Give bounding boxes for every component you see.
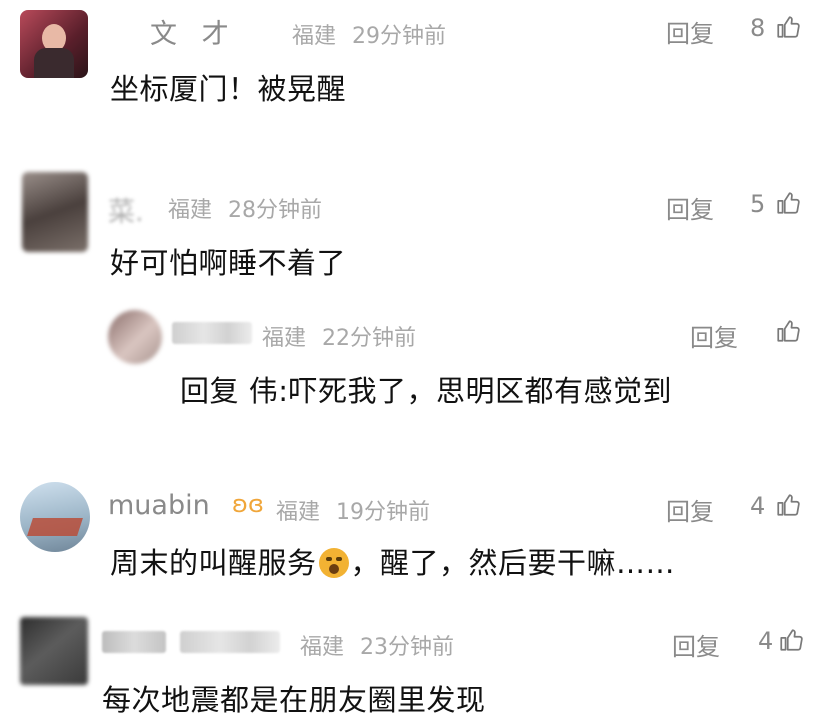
username[interactable]: muabin xyxy=(108,490,210,521)
location: 福建 xyxy=(300,635,345,660)
comment-item: muabin ʚɞ 福建 19分钟前 回复 4 周末的叫醒服务 ，醒了，然后要干嘛… xyxy=(0,470,816,600)
timestamp: 28分钟前 xyxy=(228,198,322,223)
comment-item: 文 才 福建 29分钟前 回复 8 坐标厦门！被晃醒 xyxy=(0,0,816,140)
comment-text: 好可怕啊睡不着了 xyxy=(110,246,347,280)
comment-text: 周末的叫醒服务 ，醒了，然后要干嘛…… xyxy=(110,540,675,582)
yawn-emoji-icon xyxy=(318,548,349,578)
avatar[interactable] xyxy=(22,172,88,252)
like-thumb-icon[interactable] xyxy=(775,318,801,344)
comment-item: 福建 23分钟前 回复 4 每次地震都是在朋友圈里发现 xyxy=(0,605,816,720)
like-thumb-icon[interactable] xyxy=(775,190,801,216)
timestamp: 22分钟前 xyxy=(322,326,416,351)
like-count: 4 xyxy=(750,492,766,520)
member-badge-icon: ʚɞ xyxy=(232,490,264,518)
reply-text: 回复 伟:吓死我了，思明区都有感觉到 xyxy=(180,374,672,408)
comment-text-part: ，醒了，然后要干嘛…… xyxy=(350,546,676,580)
timestamp: 19分钟前 xyxy=(336,500,430,525)
avatar[interactable] xyxy=(20,617,88,685)
like-thumb-icon[interactable] xyxy=(778,627,804,653)
reply-button[interactable]: 回复 xyxy=(666,190,714,225)
avatar[interactable] xyxy=(20,10,88,78)
username[interactable]: 文 才 xyxy=(150,12,237,51)
comment-text: 每次地震都是在朋友圈里发现 xyxy=(102,683,486,717)
location: 福建 xyxy=(276,500,321,525)
location: 福建 xyxy=(262,326,307,351)
reply-button[interactable]: 回复 xyxy=(690,318,738,353)
like-count: 8 xyxy=(750,14,766,42)
like-count: 5 xyxy=(750,190,766,218)
reply-item: 福建 22分钟前 回复 回复 伟:吓死我了，思明区都有感觉到 xyxy=(0,300,816,420)
avatar[interactable] xyxy=(20,482,90,552)
timestamp: 23分钟前 xyxy=(360,635,454,660)
reply-button[interactable]: 回复 xyxy=(666,14,714,49)
reply-button[interactable]: 回复 xyxy=(672,627,720,662)
timestamp: 29分钟前 xyxy=(352,24,446,49)
like-thumb-icon[interactable] xyxy=(775,14,801,40)
comment-text-part: 周末的叫醒服务 xyxy=(110,546,317,580)
like-count: 4 xyxy=(758,627,774,655)
like-thumb-icon[interactable] xyxy=(775,492,801,518)
username-blurred[interactable] xyxy=(172,322,252,344)
username-blurred[interactable] xyxy=(102,631,166,653)
avatar[interactable] xyxy=(108,310,162,364)
location: 福建 xyxy=(168,198,213,223)
username-blurred[interactable] xyxy=(180,631,280,653)
comment-text: 坐标厦门！被晃醒 xyxy=(110,72,347,106)
username[interactable]: 菜. xyxy=(108,190,144,229)
location: 福建 xyxy=(292,24,337,49)
reply-button[interactable]: 回复 xyxy=(666,492,714,527)
comment-item: 菜. 福建 28分钟前 回复 5 好可怕啊睡不着了 xyxy=(0,160,816,300)
